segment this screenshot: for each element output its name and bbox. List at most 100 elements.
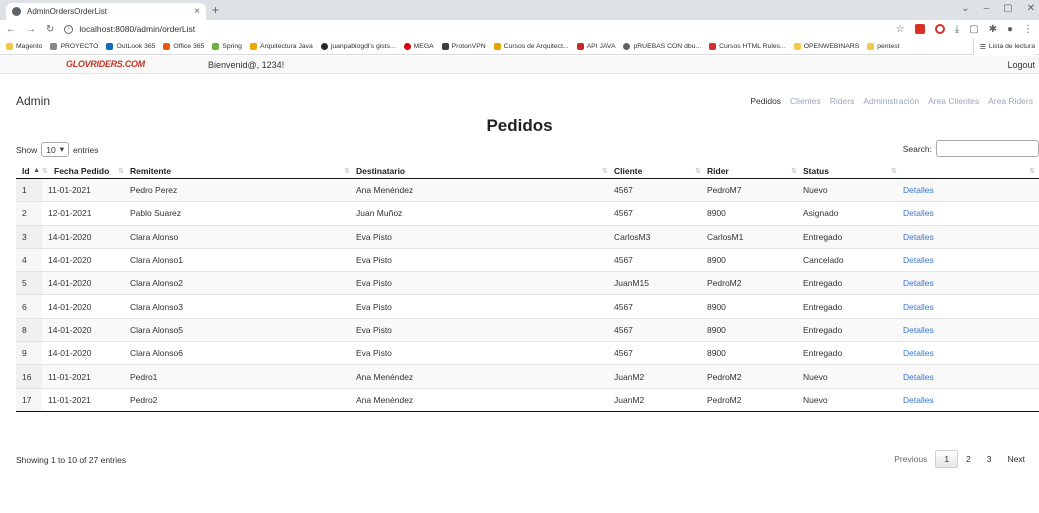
cell-cliente: JuanM2 (602, 389, 695, 411)
star-icon[interactable]: ☆ (896, 24, 905, 35)
cell-remitente: Clara Alonso2 (118, 272, 344, 294)
detalles-link[interactable]: Detalles (891, 342, 1039, 364)
cell-id: 5 (16, 272, 42, 294)
logout-link[interactable]: Logout (1007, 60, 1035, 70)
page-button-3[interactable]: 3 (979, 451, 1000, 467)
bookmark-item[interactable]: OPENWEBINARS (793, 42, 859, 50)
detalles-link-text[interactable]: Detalles (903, 302, 934, 312)
cell-status: Nuevo (791, 179, 891, 201)
square-icon[interactable]: ▢ (969, 24, 978, 35)
cell-status-text: Entregado (803, 348, 843, 359)
bookmark-item[interactable]: Arquitectura Java (249, 42, 313, 50)
outlook-icon (106, 42, 114, 50)
nav-administracion[interactable]: Administración (863, 96, 919, 106)
bookmark-item[interactable]: Cursos HTML Rules... (709, 42, 786, 50)
entries-length-control: Show 10 ▾ entries (16, 142, 99, 157)
cell-status: Entregado (791, 272, 891, 294)
page-button-1[interactable]: 1 (935, 450, 959, 468)
bookmark-item[interactable]: Office 365 (163, 42, 204, 50)
header-id[interactable]: Id ▲ (16, 163, 42, 178)
detalles-link[interactable]: Detalles (891, 319, 1039, 341)
detalles-link-text[interactable]: Detalles (903, 372, 934, 382)
download-icon[interactable]: ⤓ (955, 24, 959, 35)
cell-status-text: Entregado (803, 324, 843, 335)
cell-rider-text: PedroM2 (707, 394, 742, 405)
site-logo[interactable]: GLOVRIDERS.COM (66, 59, 145, 69)
header-rider[interactable]: ⇅ Rider (695, 163, 791, 178)
nav-area-clientes[interactable]: Area Clientes (928, 96, 979, 106)
close-icon[interactable]: × (194, 6, 200, 17)
cell-rider-text: 8900 (707, 324, 726, 335)
detalles-link-text[interactable]: Detalles (903, 208, 934, 218)
header-destinatario[interactable]: ⇅ Destinatario (344, 163, 602, 178)
youtube-icon (709, 42, 717, 50)
table-body: 1 11-01-2021 Pedro Perez Ana Menéndez 4567 Pe… (16, 179, 1039, 412)
maximize-icon[interactable]: ▢ (1003, 3, 1012, 14)
page-button-2[interactable]: 2 (958, 451, 979, 467)
bookmark-item[interactable]: Magento (6, 42, 42, 50)
detalles-link[interactable]: Detalles (891, 202, 1039, 224)
detalles-link-text[interactable]: Detalles (903, 185, 934, 195)
sort-icon: ⇅ (118, 167, 124, 175)
nav-riders[interactable]: Riders (830, 96, 855, 106)
detalles-link-text[interactable]: Detalles (903, 255, 934, 265)
bookmark-item[interactable]: PROYECTO (50, 42, 98, 50)
bookmark-item[interactable]: MEGA (403, 42, 434, 50)
nav-pedidos[interactable]: Pedidos (750, 96, 781, 106)
cell-id: 16 (16, 365, 42, 387)
header-cliente[interactable]: ⇅ Cliente (602, 163, 695, 178)
forward-icon[interactable]: → (26, 24, 36, 35)
opera-icon[interactable] (934, 24, 945, 34)
cell-id-text: 2 (22, 208, 27, 219)
detalles-link[interactable]: Detalles (891, 365, 1039, 387)
profile-icon[interactable]: ● (1007, 24, 1013, 35)
detalles-link-text[interactable]: Detalles (903, 232, 934, 242)
window-close-icon[interactable]: ✕ (1027, 3, 1035, 14)
header-fecha[interactable]: ⇅ Fecha Pedido (42, 163, 118, 178)
admin-brand[interactable]: Admin (16, 94, 50, 108)
new-tab-icon[interactable]: + (212, 3, 219, 17)
address-bar[interactable]: i localhost:8080/admin/orderList (64, 24, 195, 34)
header-actions[interactable]: ⇅ ⇅ (891, 163, 1039, 178)
bookmark-item[interactable]: OutLook 365 (106, 42, 155, 50)
extension-icon[interactable] (914, 24, 925, 34)
cell-destinatario: Eva Pisto (344, 226, 602, 248)
cell-destinatario-text: Eva Pisto (356, 301, 392, 312)
header-remitente[interactable]: ⇅ Remitente (118, 163, 344, 178)
bookmark-item[interactable]: API JAVA (576, 42, 615, 50)
cell-id: 6 (16, 295, 42, 317)
bookmark-item[interactable]: pRUEBAS CON dbu... (623, 42, 701, 50)
header-status[interactable]: ⇅ Status (791, 163, 891, 178)
bookmark-item[interactable]: juanpablogdl's gists... (320, 42, 396, 50)
info-icon[interactable]: i (64, 24, 74, 34)
bookmark-item[interactable]: pentest (867, 42, 900, 50)
reload-icon[interactable]: ↻ (46, 24, 54, 35)
detalles-link[interactable]: Detalles (891, 249, 1039, 271)
detalles-link-text[interactable]: Detalles (903, 395, 934, 405)
chevron-down-icon[interactable]: ⌄ (961, 3, 969, 14)
detalles-link[interactable]: Detalles (891, 226, 1039, 248)
detalles-link-text[interactable]: Detalles (903, 278, 934, 288)
detalles-link[interactable]: Detalles (891, 272, 1039, 294)
next-button[interactable]: Next (1000, 451, 1033, 467)
puzzle-icon[interactable]: ✱ (989, 24, 997, 35)
reading-list[interactable]: ☰ Lista de lectura (972, 38, 1035, 55)
bookmark-item[interactable]: Cursos de Arquitect... (493, 42, 569, 50)
entries-select[interactable]: 10 ▾ (41, 142, 70, 157)
menu-icon[interactable]: ⋮ (1023, 24, 1033, 35)
nav-area-riders[interactable]: Area Riders (988, 96, 1033, 106)
minimize-icon[interactable]: – (984, 3, 990, 14)
detalles-link[interactable]: Detalles (891, 295, 1039, 317)
detalles-link-text[interactable]: Detalles (903, 348, 934, 358)
bookmark-item[interactable]: Spring (212, 42, 242, 50)
detalles-link[interactable]: Detalles (891, 179, 1039, 201)
detalles-link[interactable]: Detalles (891, 389, 1039, 411)
previous-button[interactable]: Previous (886, 451, 935, 467)
search-input[interactable] (936, 140, 1039, 157)
detalles-link-text[interactable]: Detalles (903, 325, 934, 335)
browser-tab[interactable]: AdminOrdersOrderList × (6, 3, 206, 20)
cell-destinatario: Ana Menéndez (344, 179, 602, 201)
nav-clientes[interactable]: Clientes (790, 96, 821, 106)
back-icon[interactable]: ← (6, 24, 16, 35)
bookmark-item[interactable]: ProtonVPN (441, 42, 486, 50)
